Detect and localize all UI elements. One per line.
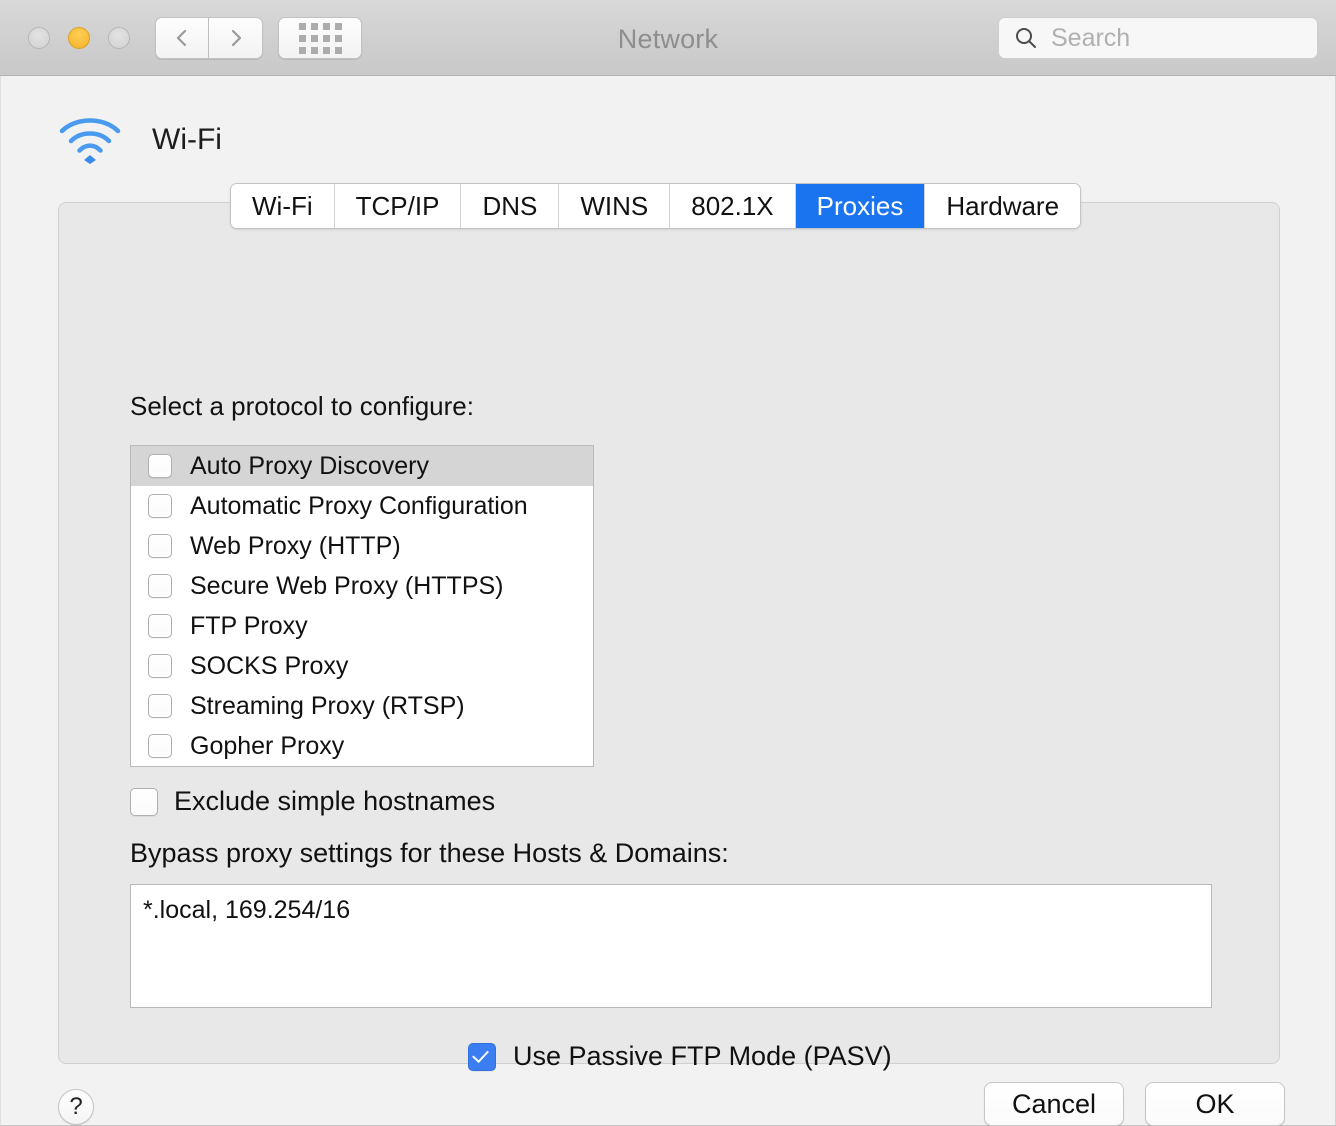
- list-item[interactable]: Streaming Proxy (RTSP): [131, 686, 593, 726]
- window-titlebar: Network Search: [0, 0, 1336, 76]
- tab-wifi[interactable]: Wi-Fi: [231, 184, 335, 228]
- passive-ftp-checkbox[interactable]: [468, 1042, 496, 1071]
- protocol-section-label: Select a protocol to configure:: [130, 391, 474, 421]
- protocol-label: Streaming Proxy (RTSP): [190, 691, 465, 720]
- protocol-label: SOCKS Proxy: [190, 651, 349, 680]
- protocol-checkbox[interactable]: [148, 614, 172, 638]
- tab-hardware[interactable]: Hardware: [925, 184, 1081, 228]
- bypass-proxy-value: *.local, 169.254/16: [143, 896, 351, 924]
- chevron-right-icon: [231, 29, 241, 47]
- list-item[interactable]: Secure Web Proxy (HTTPS): [131, 566, 593, 606]
- exclude-simple-hostnames-checkbox[interactable]: [130, 787, 158, 816]
- grid-dots-icon: [298, 22, 342, 54]
- bypass-proxy-textarea[interactable]: *.local, 169.254/16: [130, 884, 1212, 1008]
- tab-tcpip[interactable]: TCP/IP: [334, 184, 462, 228]
- interface-name: Wi-Fi: [152, 123, 222, 156]
- list-item[interactable]: FTP Proxy: [131, 606, 593, 646]
- zoom-button[interactable]: [108, 27, 130, 49]
- tab-proxies[interactable]: Proxies: [795, 184, 926, 228]
- forward-button[interactable]: [209, 17, 263, 59]
- ok-button[interactable]: OK: [1145, 1082, 1285, 1126]
- protocol-label: Web Proxy (HTTP): [190, 531, 401, 560]
- list-item[interactable]: Gopher Proxy: [131, 726, 593, 766]
- protocol-checkbox[interactable]: [148, 654, 172, 678]
- list-item[interactable]: Auto Proxy Discovery: [131, 446, 593, 486]
- minimize-button[interactable]: [68, 27, 90, 49]
- traffic-lights: [28, 27, 130, 49]
- tab-dns[interactable]: DNS: [461, 184, 560, 228]
- cancel-button[interactable]: Cancel: [984, 1082, 1124, 1126]
- tab-8021x[interactable]: 802.1X: [670, 184, 796, 228]
- tab-wins[interactable]: WINS: [559, 184, 671, 228]
- exclude-simple-hostnames-label: Exclude simple hostnames: [174, 786, 496, 816]
- passive-ftp-row[interactable]: Use Passive FTP Mode (PASV): [468, 1041, 892, 1072]
- chevron-left-icon: [176, 29, 187, 47]
- footer-buttons: Cancel OK: [984, 1082, 1285, 1126]
- help-button[interactable]: ?: [58, 1089, 94, 1125]
- back-button[interactable]: [155, 17, 209, 59]
- protocol-checkbox[interactable]: [148, 494, 172, 518]
- protocol-checkbox[interactable]: [148, 454, 172, 478]
- search-icon: [1016, 28, 1036, 48]
- close-button[interactable]: [28, 27, 50, 49]
- protocol-label: Automatic Proxy Configuration: [190, 491, 528, 520]
- protocol-list: Auto Proxy Discovery Automatic Proxy Con…: [130, 445, 594, 767]
- protocol-checkbox[interactable]: [148, 734, 172, 758]
- protocol-checkbox[interactable]: [148, 694, 172, 718]
- wifi-icon: [59, 118, 121, 164]
- show-all-button[interactable]: [278, 17, 362, 59]
- protocol-label: Secure Web Proxy (HTTPS): [190, 571, 504, 600]
- protocol-checkbox[interactable]: [148, 574, 172, 598]
- interface-header: Wi-Fi: [56, 114, 222, 166]
- protocol-label: FTP Proxy: [190, 611, 308, 640]
- list-item[interactable]: Automatic Proxy Configuration: [131, 486, 593, 526]
- protocol-label: Gopher Proxy: [190, 731, 345, 760]
- settings-tabbar: Wi-Fi TCP/IP DNS WINS 802.1X Proxies Har…: [230, 183, 1082, 229]
- passive-ftp-label: Use Passive FTP Mode (PASV): [513, 1041, 892, 1071]
- navigation-buttons: [155, 17, 263, 59]
- search-placeholder: Search: [1051, 23, 1131, 52]
- list-item[interactable]: SOCKS Proxy: [131, 646, 593, 686]
- list-item[interactable]: Web Proxy (HTTP): [131, 526, 593, 566]
- network-preferences-window: Network Search Wi-Fi Wi-Fi TCP/IP DNS WI…: [0, 0, 1336, 1126]
- protocol-checkbox[interactable]: [148, 534, 172, 558]
- window-content: Wi-Fi Wi-Fi TCP/IP DNS WINS 802.1X Proxi…: [0, 76, 1336, 1126]
- protocol-label: Auto Proxy Discovery: [190, 451, 429, 480]
- exclude-simple-hostnames-row[interactable]: Exclude simple hostnames: [130, 786, 495, 817]
- search-field[interactable]: Search: [998, 17, 1318, 59]
- bypass-proxy-label: Bypass proxy settings for these Hosts & …: [130, 838, 729, 868]
- proxies-panel: Select a protocol to configure: Auto Pro…: [58, 202, 1280, 1071]
